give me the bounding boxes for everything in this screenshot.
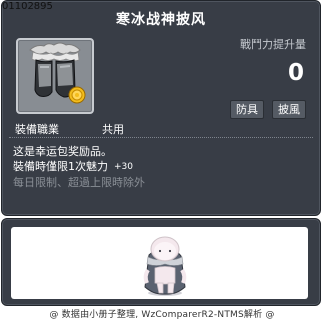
tag-armor: 防具 xyxy=(230,100,264,119)
job-label: 裝備職業 xyxy=(15,123,59,136)
description-text: 裝備時僅限1次魅力 xyxy=(13,160,108,173)
character-wearing-cape-icon xyxy=(143,236,187,296)
character-preview xyxy=(11,227,308,299)
attack-increase-value: 0 xyxy=(287,60,304,86)
attack-increase-label: 戰鬥力提升量 xyxy=(240,38,306,51)
gold-coin-badge-icon xyxy=(68,86,86,104)
tag-cape: 披風 xyxy=(272,100,306,119)
item-name: 寒冰战神披风 xyxy=(116,12,206,28)
divider xyxy=(9,137,313,138)
job-value: 共用 xyxy=(102,123,124,136)
item-info-panel: 寒冰战神披风 戰鬥力提升量 0 防具 披風 裝備職業 共用 这是幸运包奖励品。 … xyxy=(1,0,321,216)
item-id: 01102895 xyxy=(2,1,53,12)
item-icon-frame xyxy=(16,38,94,114)
charm-bonus: +30 xyxy=(114,162,133,172)
description-line: 裝備時僅限1次魅力 +30 xyxy=(13,158,133,174)
description-line: 每日限制、超過上限時除外 xyxy=(13,176,145,189)
footer-credit: @ 数据由小册子整理, WzComparerR2-NTMS解析 @ xyxy=(49,310,275,320)
description-line: 这是幸运包奖励品。 xyxy=(13,145,112,158)
item-tooltip-screen: 01102895 寒冰战神披风 戰鬥力提升量 0 防具 披風 裝備職業 共用 这… xyxy=(0,0,324,323)
